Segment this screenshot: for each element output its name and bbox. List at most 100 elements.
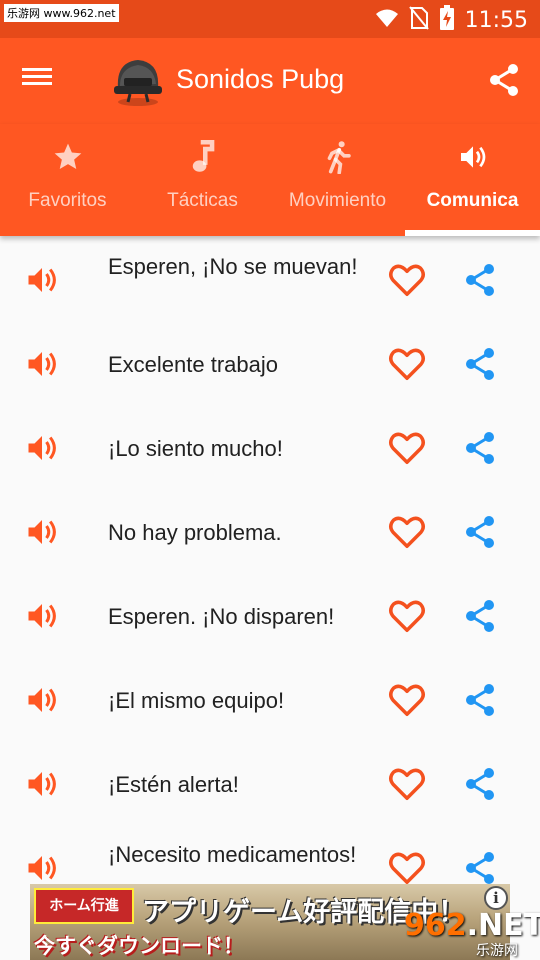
speaker-icon — [28, 352, 56, 376]
share-sound-button[interactable] — [462, 346, 498, 382]
clock: 11:55 — [464, 8, 528, 33]
battery-charging-icon — [439, 5, 455, 36]
heart-outline-icon — [389, 600, 425, 632]
play-sound-button[interactable] — [24, 850, 60, 886]
ad-cta: 今すぐダウンロード！ — [34, 934, 244, 958]
sound-label: Esperen. ¡No disparen! — [108, 604, 335, 629]
heart-outline-icon — [389, 348, 425, 380]
share-sound-button[interactable] — [462, 850, 498, 886]
favorite-button[interactable] — [388, 598, 426, 634]
play-sound-button[interactable] — [24, 598, 60, 634]
share-icon — [466, 516, 494, 548]
speaker-icon — [456, 140, 490, 174]
share-sound-button[interactable] — [462, 430, 498, 466]
menu-icon-bar — [22, 68, 52, 71]
favorite-button[interactable] — [388, 262, 426, 298]
favorite-button[interactable] — [388, 850, 426, 886]
tab-label: Tácticas — [167, 190, 238, 211]
heart-outline-icon — [389, 264, 425, 296]
sound-label: ¡Lo siento mucho! — [108, 436, 283, 461]
speaker-icon — [28, 856, 56, 880]
status-bar: 乐游网 www.962.net 11:55 — [0, 0, 540, 38]
share-icon — [466, 600, 494, 632]
menu-icon-bar — [22, 82, 52, 85]
share-sound-button[interactable] — [462, 262, 498, 298]
share-sound-button[interactable] — [462, 766, 498, 802]
tab-label: Comunica — [426, 190, 519, 211]
list-item[interactable]: No hay problema. — [0, 490, 540, 574]
favorite-button[interactable] — [388, 766, 426, 802]
star-icon — [51, 140, 85, 174]
tab-label: Movimiento — [288, 190, 387, 211]
play-sound-button[interactable] — [24, 514, 60, 550]
music-note-icon — [186, 140, 220, 174]
favorite-button[interactable] — [388, 430, 426, 466]
watermark-subtitle: 乐游网 — [476, 943, 518, 959]
sound-label: Excelente trabajo — [108, 352, 278, 377]
speaker-icon — [28, 604, 56, 628]
ad-info-icon[interactable]: i — [484, 886, 508, 910]
list-item[interactable]: ¡Lo siento mucho! — [0, 406, 540, 490]
app-bar: Sonidos Pubg — [0, 38, 540, 124]
favorite-button[interactable] — [388, 682, 426, 718]
tab-bar: Favoritos Tácticas Movimiento Comunica — [0, 124, 540, 236]
tab-comunica[interactable]: Comunica — [405, 124, 540, 236]
list-item[interactable]: Esperen, ¡No se muevan! — [0, 238, 540, 322]
app-title: Sonidos Pubg — [176, 64, 345, 94]
list-item[interactable]: Excelente trabajo — [0, 322, 540, 406]
speaker-icon — [28, 520, 56, 544]
speaker-icon — [28, 436, 56, 460]
share-sound-button[interactable] — [462, 514, 498, 550]
status-right: 11:55 — [375, 5, 528, 36]
sound-label: ¡El mismo equipo! — [108, 688, 285, 713]
speaker-icon — [28, 772, 56, 796]
share-icon — [466, 432, 494, 464]
heart-outline-icon — [389, 852, 425, 884]
tab-favoritos[interactable]: Favoritos — [0, 124, 135, 236]
play-sound-button[interactable] — [24, 766, 60, 802]
share-icon — [466, 264, 494, 296]
menu-button[interactable] — [22, 64, 62, 98]
play-sound-button[interactable] — [24, 346, 60, 382]
favorite-button[interactable] — [388, 514, 426, 550]
heart-outline-icon — [389, 768, 425, 800]
play-sound-button[interactable] — [24, 682, 60, 718]
speaker-icon — [28, 268, 56, 292]
sound-label: Esperen, ¡No se muevan! — [108, 254, 358, 279]
tab-movimiento[interactable]: Movimiento — [270, 124, 405, 236]
share-icon — [466, 348, 494, 380]
run-icon — [321, 140, 355, 174]
list-item[interactable]: Esperen. ¡No disparen! — [0, 574, 540, 658]
watermark-digits: 962 — [404, 908, 467, 943]
heart-outline-icon — [389, 432, 425, 464]
share-icon — [466, 852, 494, 884]
wifi-icon — [375, 6, 399, 35]
tab-tacticas[interactable]: Tácticas — [135, 124, 270, 236]
list-item[interactable]: ¡El mismo equipo! — [0, 658, 540, 742]
menu-icon-bar — [22, 75, 52, 78]
watermark-text: 乐游网 www.962.net — [4, 4, 119, 22]
heart-outline-icon — [389, 516, 425, 548]
play-sound-button[interactable] — [24, 430, 60, 466]
sound-list: Esperen, ¡No se muevan! Excelente trabaj… — [0, 238, 540, 960]
tab-label: Favoritos — [28, 190, 107, 211]
share-app-button[interactable] — [486, 62, 522, 98]
favorite-button[interactable] — [388, 346, 426, 382]
status-left: 乐游网 www.962.net — [4, 4, 119, 22]
helmet-logo — [110, 54, 166, 108]
speaker-icon — [28, 688, 56, 712]
share-sound-button[interactable] — [462, 682, 498, 718]
play-sound-button[interactable] — [24, 262, 60, 298]
share-sound-button[interactable] — [462, 598, 498, 634]
watermark-logo: 962.NET 乐游网 — [404, 908, 540, 959]
list-item[interactable]: ¡Estén alerta! — [0, 742, 540, 826]
share-icon — [490, 64, 518, 96]
sound-label: ¡Necesito medicamentos! — [108, 842, 357, 867]
ad-badge: ホーム行進 — [34, 888, 134, 924]
watermark-net: .NET — [466, 908, 540, 943]
sound-label: ¡Estén alerta! — [108, 772, 239, 797]
tab-indicator — [405, 230, 540, 236]
share-icon — [466, 768, 494, 800]
watermark-number: 962.NET — [404, 908, 540, 943]
heart-outline-icon — [389, 684, 425, 716]
